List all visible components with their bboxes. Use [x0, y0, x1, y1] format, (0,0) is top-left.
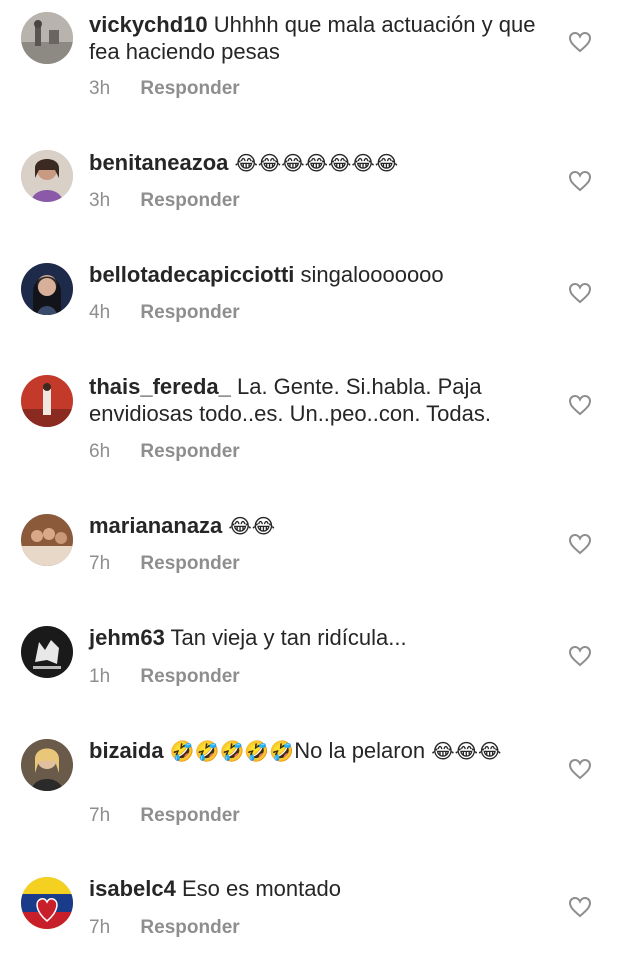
- heart-icon[interactable]: [568, 758, 592, 780]
- heart-icon[interactable]: [568, 394, 592, 416]
- avatar[interactable]: [21, 263, 73, 315]
- comment-username[interactable]: jehm63: [89, 625, 165, 650]
- comment-time: 7h: [89, 805, 111, 826]
- reply-button[interactable]: Responder: [140, 805, 239, 826]
- comment-text: Eso es montado: [181, 876, 341, 901]
- heart-icon[interactable]: [568, 282, 592, 304]
- comment-text: singalooooooo: [300, 262, 444, 287]
- heart-icon[interactable]: [568, 31, 592, 53]
- comment-emoji: 😂😂😂😂😂😂😂: [234, 151, 399, 175]
- avatar[interactable]: [21, 375, 73, 427]
- comment-time: 4h: [89, 302, 111, 323]
- heart-icon[interactable]: [568, 170, 592, 192]
- comment-time: 7h: [89, 553, 111, 574]
- avatar[interactable]: [21, 514, 73, 566]
- avatar[interactable]: [21, 739, 73, 791]
- avatar[interactable]: [21, 150, 73, 202]
- comment-time: 3h: [89, 78, 111, 99]
- comment-time: 6h: [89, 441, 111, 462]
- reply-button[interactable]: Responder: [140, 441, 239, 462]
- comment-emoji: 🤣🤣🤣🤣🤣: [169, 739, 295, 763]
- reply-button[interactable]: Responder: [140, 553, 239, 574]
- comment-time: 1h: [89, 666, 111, 687]
- reply-button[interactable]: Responder: [140, 190, 239, 211]
- comment-text: No la pelaron: [294, 738, 426, 763]
- comment-emoji: 😂😂: [228, 514, 276, 538]
- comment-time: 7h: [89, 917, 111, 938]
- avatar[interactable]: [21, 626, 73, 678]
- comment-username[interactable]: thais_fereda_: [89, 374, 231, 399]
- heart-icon[interactable]: [568, 896, 592, 918]
- comment-list: vickychd10 Uhhhh que mala actuación y qu…: [0, 0, 628, 960]
- avatar[interactable]: [21, 877, 73, 929]
- comment-username[interactable]: isabelc4: [89, 876, 176, 901]
- comment-username[interactable]: bellotadecapicciotti: [89, 262, 294, 287]
- comment-username[interactable]: benitaneazoa: [89, 150, 228, 175]
- comment-text: Tan vieja y tan ridícula...: [170, 625, 407, 650]
- comment-username[interactable]: mariananaza: [89, 513, 222, 538]
- avatar[interactable]: [21, 12, 73, 64]
- reply-button[interactable]: Responder: [140, 78, 239, 99]
- comment-username[interactable]: vickychd10: [89, 12, 208, 37]
- comment-username[interactable]: bizaida: [89, 738, 164, 763]
- comment-time: 3h: [89, 190, 111, 211]
- comment-emoji: 😂😂😂: [431, 739, 502, 763]
- reply-button[interactable]: Responder: [140, 917, 239, 938]
- reply-button[interactable]: Responder: [140, 666, 239, 687]
- heart-icon[interactable]: [568, 645, 592, 667]
- reply-button[interactable]: Responder: [140, 302, 239, 323]
- heart-icon[interactable]: [568, 533, 592, 555]
